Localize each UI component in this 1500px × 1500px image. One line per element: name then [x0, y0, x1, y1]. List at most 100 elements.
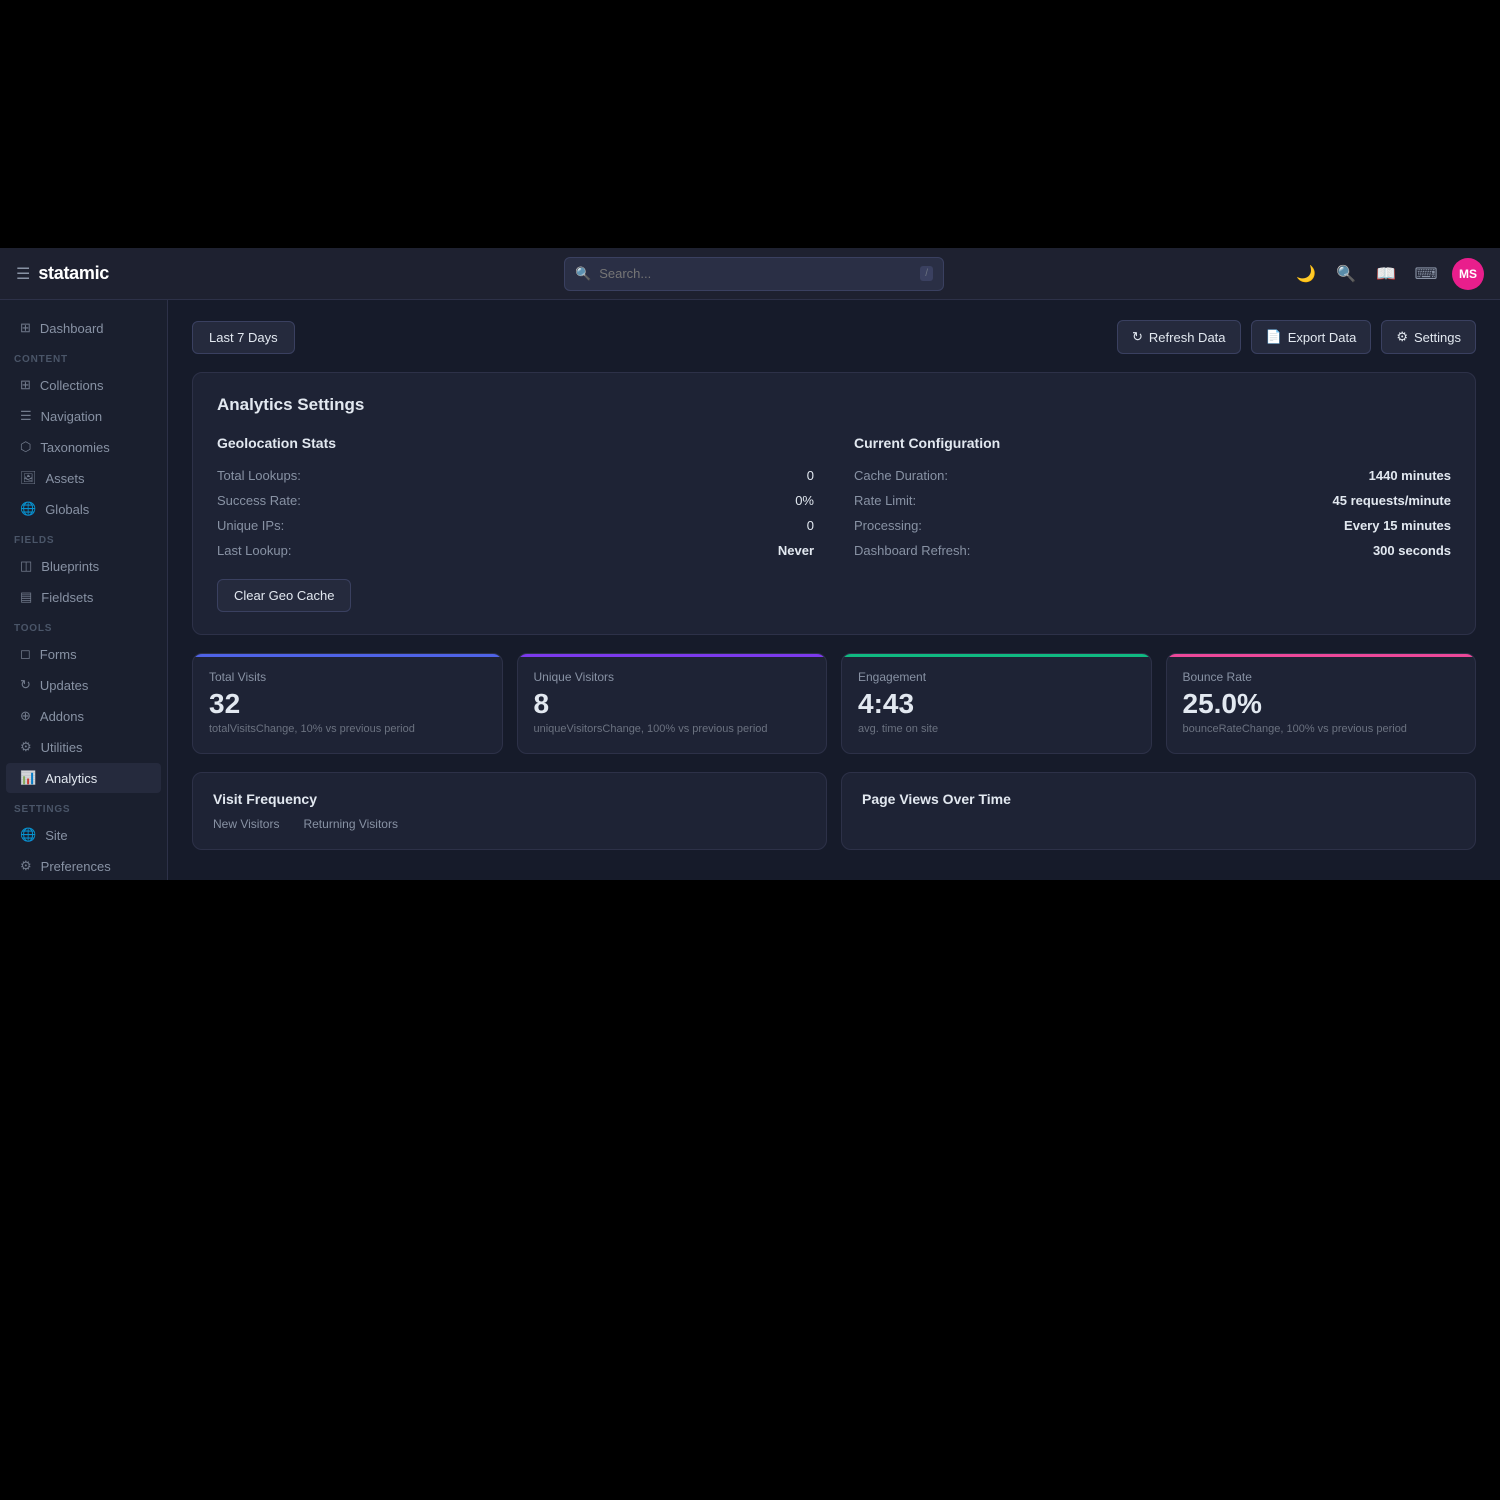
book-icon[interactable]: 📖 [1372, 260, 1400, 288]
search-slash-key: / [920, 266, 933, 281]
returning-visitors-label: Returning Visitors [303, 817, 398, 831]
stat-label: Unique IPs: [217, 518, 284, 533]
toolbar-right: ↻ Refresh Data 📄 Export Data ⚙ Settings [1117, 320, 1476, 354]
date-filter-label: Last 7 Days [209, 330, 278, 345]
metric-cards: Total Visits 32 totalVisitsChange, 10% v… [192, 653, 1476, 754]
stat-row-total-lookups: Total Lookups: 0 [217, 463, 814, 488]
stat-value: 1440 minutes [1369, 468, 1451, 483]
metric-sub: bounceRateChange, 100% vs previous perio… [1183, 722, 1460, 737]
search-input[interactable] [599, 266, 912, 281]
sidebar-item-label: Globals [45, 502, 89, 517]
sidebar-item-site[interactable]: 🌐 Site [6, 820, 161, 850]
fields-section-label: FIELDS [0, 525, 167, 550]
sidebar-item-label: Utilities [41, 740, 83, 755]
stat-value: 0 [807, 518, 814, 533]
sidebar-item-navigation[interactable]: ☰ Navigation [6, 401, 161, 431]
sidebar-item-forms[interactable]: ◻ Forms [6, 639, 161, 669]
sidebar-item-analytics[interactable]: 📊 Analytics [6, 763, 161, 793]
metric-sub: totalVisitsChange, 10% vs previous perio… [209, 722, 486, 737]
settings-button[interactable]: ⚙ Settings [1381, 320, 1476, 354]
geo-stats-title: Geolocation Stats [217, 435, 814, 451]
metric-value: 4:43 [858, 690, 1135, 718]
analytics-icon: 📊 [20, 770, 36, 786]
updates-icon: ↻ [20, 677, 31, 693]
metric-card-bounce-rate: Bounce Rate 25.0% bounceRateChange, 100%… [1166, 653, 1477, 754]
sidebar-item-label: Fieldsets [41, 590, 93, 605]
moon-icon[interactable]: 🌙 [1292, 260, 1320, 288]
toolbar-row: Last 7 Days ↻ Refresh Data 📄 Export Data… [192, 320, 1476, 354]
stat-label: Success Rate: [217, 493, 301, 508]
dashboard-icon: ⊞ [20, 320, 31, 336]
new-visitors-label: New Visitors [213, 817, 279, 831]
date-filter-button[interactable]: Last 7 Days [192, 321, 295, 354]
sidebar-item-dashboard[interactable]: ⊞ Dashboard [6, 313, 161, 343]
sidebar-item-addons[interactable]: ⊕ Addons [6, 701, 161, 731]
keyboard-icon[interactable]: ⌨ [1412, 260, 1440, 288]
metric-card-unique-visitors: Unique Visitors 8 uniqueVisitorsChange, … [517, 653, 828, 754]
stat-label: Total Lookups: [217, 468, 301, 483]
sidebar-item-label: Addons [40, 709, 84, 724]
stat-value: Every 15 minutes [1344, 518, 1451, 533]
avatar[interactable]: MS [1452, 258, 1484, 290]
sidebar-item-globals[interactable]: 🌐 Globals [6, 494, 161, 524]
stat-row-last-lookup: Last Lookup: Never [217, 538, 814, 563]
stat-value: 45 requests/minute [1333, 493, 1452, 508]
sidebar-item-collections[interactable]: ⊞ Collections [6, 370, 161, 400]
metric-value: 25.0% [1183, 690, 1460, 718]
addons-icon: ⊕ [20, 708, 31, 724]
black-top-overlay [0, 0, 1500, 248]
globals-icon: 🌐 [20, 501, 36, 517]
page-views-card: Page Views Over Time [841, 772, 1476, 850]
navigation-icon: ☰ [20, 408, 32, 424]
sidebar-item-assets[interactable]: 🖼 Assets [6, 463, 161, 493]
sidebar-item-fieldsets[interactable]: ▤ Fieldsets [6, 582, 161, 612]
metric-card-total-visits: Total Visits 32 totalVisitsChange, 10% v… [192, 653, 503, 754]
site-icon: 🌐 [20, 827, 36, 843]
stat-label: Processing: [854, 518, 922, 533]
clear-geo-cache-button[interactable]: Clear Geo Cache [217, 579, 351, 612]
config-title: Current Configuration [854, 435, 1451, 451]
metric-card-engagement: Engagement 4:43 avg. time on site [841, 653, 1152, 754]
metric-sub: avg. time on site [858, 722, 1135, 737]
app-name: statamic [38, 263, 109, 284]
settings-label: Settings [1414, 330, 1461, 345]
search-bar[interactable]: 🔍 / [564, 257, 944, 291]
bottom-card-title: Page Views Over Time [862, 791, 1455, 807]
visit-frequency-card: Visit Frequency New Visitors Returning V… [192, 772, 827, 850]
bottom-card-title: Visit Frequency [213, 791, 806, 807]
sidebar-item-label: Collections [40, 378, 104, 393]
sidebar-item-utilities[interactable]: ⚙ Utilities [6, 732, 161, 762]
stat-value: 0% [795, 493, 814, 508]
assets-icon: 🖼 [20, 470, 37, 486]
sidebar-item-label: Assets [46, 471, 85, 486]
fieldsets-icon: ▤ [20, 589, 32, 605]
forms-icon: ◻ [20, 646, 31, 662]
sidebar-item-preferences[interactable]: ⚙ Preferences [6, 851, 161, 881]
tools-section-label: TOOLS [0, 613, 167, 638]
logo-area: ☰ statamic [16, 263, 216, 284]
taxonomies-icon: ⬡ [20, 439, 31, 455]
export-data-button[interactable]: 📄 Export Data [1251, 320, 1372, 354]
stat-row-unique-ips: Unique IPs: 0 [217, 513, 814, 538]
bottom-cards: Visit Frequency New Visitors Returning V… [192, 772, 1476, 850]
topbar-actions: 🌙 🔍 📖 ⌨ MS [1292, 258, 1484, 290]
bottom-card-sub: New Visitors Returning Visitors [213, 817, 806, 831]
metric-sub: uniqueVisitorsChange, 100% vs previous p… [534, 722, 811, 737]
metric-label: Total Visits [209, 670, 486, 684]
search-icon-2[interactable]: 🔍 [1332, 260, 1360, 288]
sidebar-item-label: Navigation [41, 409, 102, 424]
sidebar-item-blueprints[interactable]: ◫ Blueprints [6, 551, 161, 581]
sidebar-item-taxonomies[interactable]: ⬡ Taxonomies [6, 432, 161, 462]
analytics-settings-title: Analytics Settings [217, 395, 1451, 415]
sidebar-item-label: Dashboard [40, 321, 104, 336]
hamburger-icon[interactable]: ☰ [16, 264, 30, 284]
stat-value: 0 [807, 468, 814, 483]
preferences-icon: ⚙ [20, 858, 32, 874]
sidebar-item-updates[interactable]: ↻ Updates [6, 670, 161, 700]
topbar: ☰ statamic 🔍 / 🌙 🔍 📖 ⌨ MS [0, 248, 1500, 300]
settings-grid: Geolocation Stats Total Lookups: 0 Succe… [217, 435, 1451, 612]
sidebar-item-label: Site [45, 828, 67, 843]
sidebar-item-label: Blueprints [41, 559, 99, 574]
sidebar-item-label: Analytics [45, 771, 97, 786]
refresh-data-button[interactable]: ↻ Refresh Data [1117, 320, 1241, 354]
